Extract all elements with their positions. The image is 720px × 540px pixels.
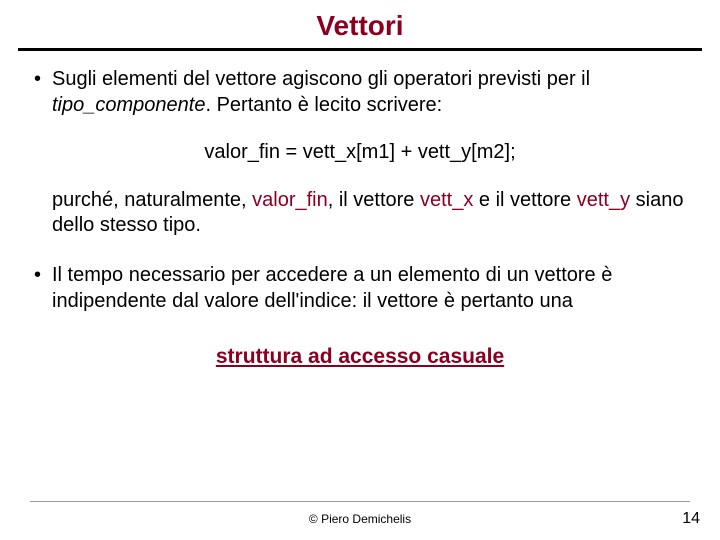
- follow-e: e il vettore: [473, 189, 576, 211]
- follow-a: purché, naturalmente,: [52, 189, 252, 211]
- bullet-1-italic: tipo_componente: [52, 94, 205, 116]
- slide-title: Vettori: [0, 0, 720, 48]
- follow-c: , il vettore: [328, 189, 420, 211]
- bullet-2-text: Il tempo necessario per accedere a un el…: [52, 264, 612, 312]
- bullet-2: Il tempo necessario per accedere a un el…: [30, 263, 690, 314]
- highlight-text: struttura ad accesso casuale: [30, 344, 690, 371]
- bullet-1-text-c: . Pertanto è lecito scrivere:: [205, 94, 442, 116]
- bullet-1: Sugli elementi del vettore agiscono gli …: [30, 67, 690, 118]
- copyright: © Piero Demichelis: [0, 512, 720, 526]
- title-rule: [18, 48, 702, 51]
- follow-valor-fin: valor_fin: [252, 189, 328, 211]
- follow-vett-x: vett_x: [420, 189, 473, 211]
- page-number: 14: [682, 510, 700, 528]
- footer-rule: [30, 501, 690, 502]
- follow-paragraph: purché, naturalmente, valor_fin, il vett…: [30, 188, 690, 239]
- slide: Vettori Sugli elementi del vettore agisc…: [0, 0, 720, 540]
- follow-vett-y: vett_y: [577, 189, 630, 211]
- code-example: valor_fin = vett_x[m1] + vett_y[m2];: [30, 140, 690, 166]
- content-area: Sugli elementi del vettore agiscono gli …: [0, 59, 720, 371]
- bullet-1-text-a: Sugli elementi del vettore agiscono gli …: [52, 68, 590, 90]
